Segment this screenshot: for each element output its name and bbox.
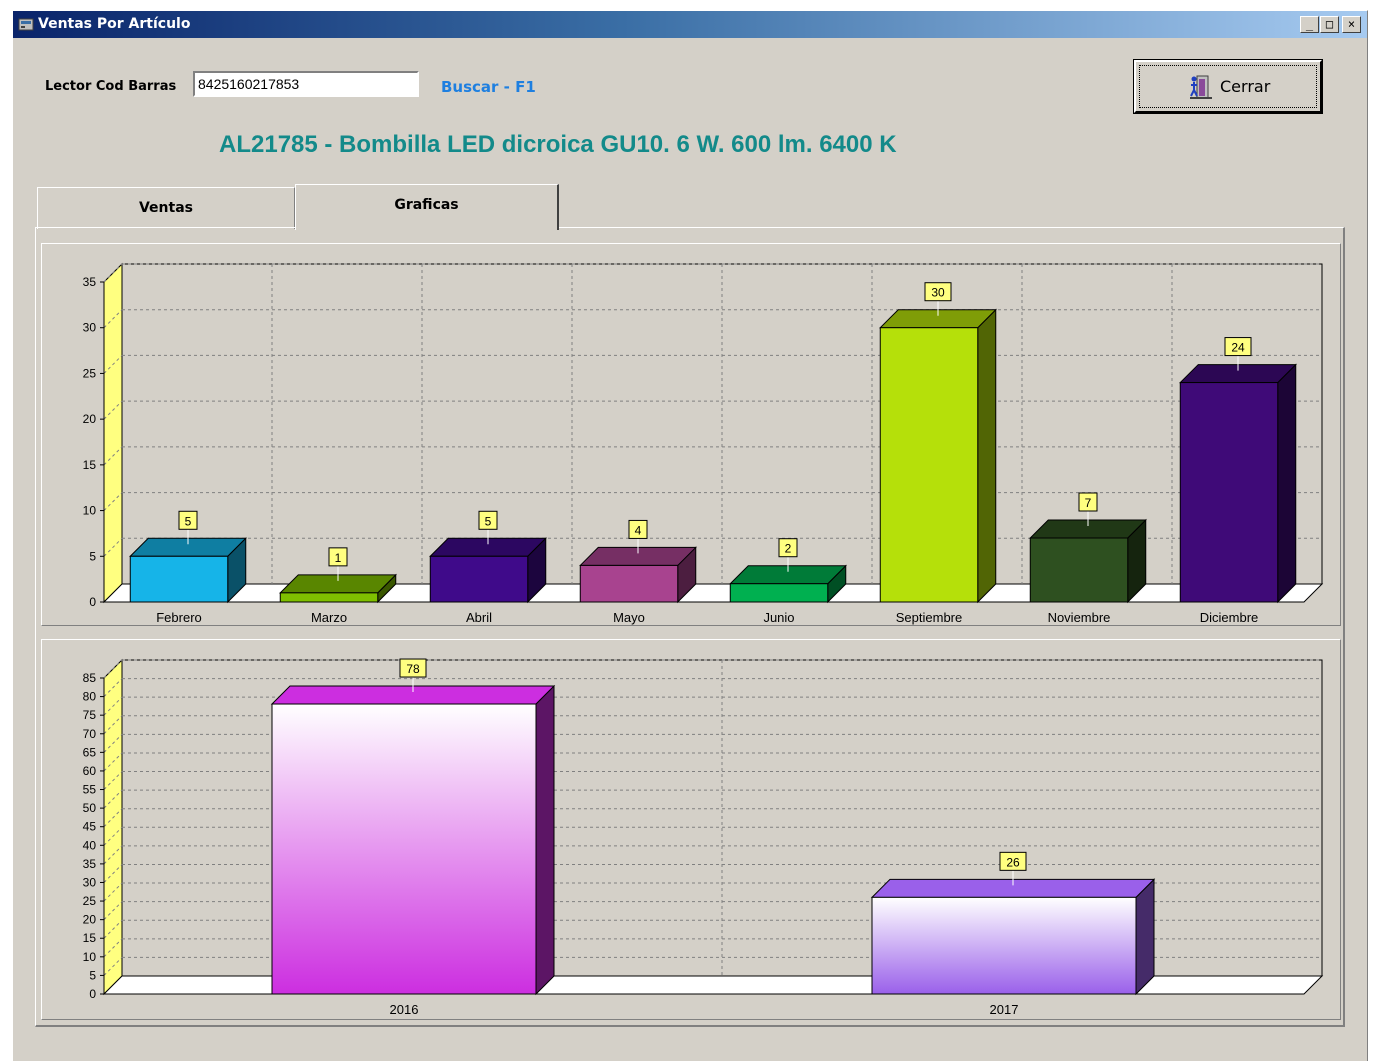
y-tick-label: 45	[83, 820, 97, 834]
y-tick-label: 10	[83, 950, 97, 964]
x-tick-label: Mayo	[613, 610, 645, 625]
y-tick-label: 80	[83, 690, 97, 704]
y-tick-label: 35	[83, 857, 97, 871]
bar-Diciembre	[1179, 382, 1279, 603]
exit-door-icon	[1190, 75, 1212, 99]
bar-Mayo	[579, 564, 679, 603]
bar-Marzo	[279, 592, 379, 603]
y-tick-label: 30	[83, 875, 97, 889]
left-wall	[103, 262, 123, 604]
app-icon	[18, 18, 34, 31]
data-label: 26	[1006, 855, 1020, 869]
y-tick-label: 65	[83, 745, 97, 759]
y-tick-label: 85	[83, 671, 97, 685]
minimize-icon: _	[1305, 17, 1314, 31]
bar-Abril	[429, 555, 529, 603]
y-tick-label: 75	[83, 708, 97, 722]
y-tick-label: 0	[89, 595, 96, 609]
x-tick-label: Abril	[466, 610, 492, 625]
data-label: 30	[931, 286, 945, 300]
x-tick-label: 2017	[990, 1002, 1019, 1017]
y-tick-label: 60	[83, 764, 97, 778]
y-tick-label: 50	[83, 801, 97, 815]
monthly-sales-chart-svg: 0 5 10 15 20 25 30 35 5 Febrero 1 Marzo 5 Abril 4 Mayo 2…	[83, 262, 1324, 625]
bar-Febrero	[129, 555, 229, 603]
close-button[interactable]: Cerrar	[1133, 59, 1323, 114]
bar-2017	[871, 896, 1137, 995]
y-tick-label: 5	[89, 968, 96, 982]
barcode-input[interactable]	[193, 71, 419, 97]
y-tick-label: 5	[89, 549, 96, 563]
left-wall	[103, 658, 123, 996]
y-tick-label: 15	[83, 931, 97, 945]
close-button-label: Cerrar	[1220, 77, 1271, 96]
y-tick-label: 25	[83, 366, 97, 380]
data-label: 5	[485, 514, 492, 528]
x-tick-label: Noviembre	[1048, 610, 1111, 625]
close-icon: ×	[1347, 17, 1356, 31]
window-title: Ventas Por Artículo	[38, 16, 191, 32]
y-tick-label: 30	[83, 321, 97, 335]
bar-Noviembre	[1029, 537, 1129, 603]
bar-side-Diciembre	[1277, 363, 1297, 604]
bar-side-2017	[1135, 878, 1155, 996]
y-tick-label: 25	[83, 894, 97, 908]
y-tick-label: 20	[83, 913, 97, 927]
product-title: AL21785 - Bombilla LED dicroica GU10. 6 …	[219, 131, 897, 158]
tab-graficas[interactable]: Graficas	[295, 184, 559, 230]
y-tick-label: 55	[83, 783, 97, 797]
data-label: 4	[635, 523, 642, 537]
x-tick-label: Marzo	[311, 610, 347, 625]
barcode-label: Lector Cod Barras	[45, 79, 177, 94]
maximize-button[interactable]: □	[1320, 16, 1339, 33]
tab-ventas[interactable]: Ventas	[37, 187, 295, 229]
data-label: 2	[785, 542, 792, 556]
y-tick-label: 70	[83, 727, 97, 741]
x-tick-label: Febrero	[156, 610, 202, 625]
yearly-sales-chart: 0 5 10 15 20 25 30 35 40 45 50 55 60 65 70 75 80 85 78 2016…	[41, 639, 1341, 1020]
bar-Junio	[729, 583, 829, 603]
data-label: 5	[185, 514, 192, 528]
bar-side-2016	[535, 684, 555, 996]
data-label: 78	[406, 662, 420, 676]
title-bar[interactable]: Ventas Por Artículo _ □ ×	[13, 11, 1367, 38]
data-label: 7	[1085, 496, 1092, 510]
x-tick-label: Diciembre	[1200, 610, 1259, 625]
x-tick-label: Junio	[763, 610, 794, 625]
y-tick-label: 35	[83, 275, 97, 289]
yearly-sales-chart-svg: 0 5 10 15 20 25 30 35 40 45 50 55 60 65 70 75 80 85 78 2016…	[83, 658, 1324, 1017]
bar-2016	[271, 703, 537, 995]
y-tick-label: 20	[83, 412, 97, 426]
x-tick-label: 2016	[390, 1002, 419, 1017]
monthly-sales-chart: 0 5 10 15 20 25 30 35 5 Febrero 1 Marzo 5 Abril 4 Mayo 2…	[41, 243, 1341, 626]
close-window-button[interactable]: ×	[1342, 16, 1361, 33]
bar-side-Septiembre	[977, 308, 997, 604]
main-window: Ventas Por Artículo _ □ × Lector Cod Bar…	[12, 10, 1368, 1061]
bar-Septiembre	[879, 327, 979, 603]
y-tick-label: 40	[83, 838, 97, 852]
data-label: 1	[335, 551, 342, 565]
minimize-button[interactable]: _	[1300, 16, 1319, 33]
search-link[interactable]: Buscar - F1	[441, 78, 536, 96]
y-tick-label: 0	[89, 987, 96, 1001]
y-tick-label: 10	[83, 504, 97, 518]
x-tick-label: Septiembre	[896, 610, 962, 625]
maximize-icon: □	[1325, 17, 1334, 31]
data-label: 24	[1231, 341, 1245, 355]
y-tick-label: 15	[83, 458, 97, 472]
